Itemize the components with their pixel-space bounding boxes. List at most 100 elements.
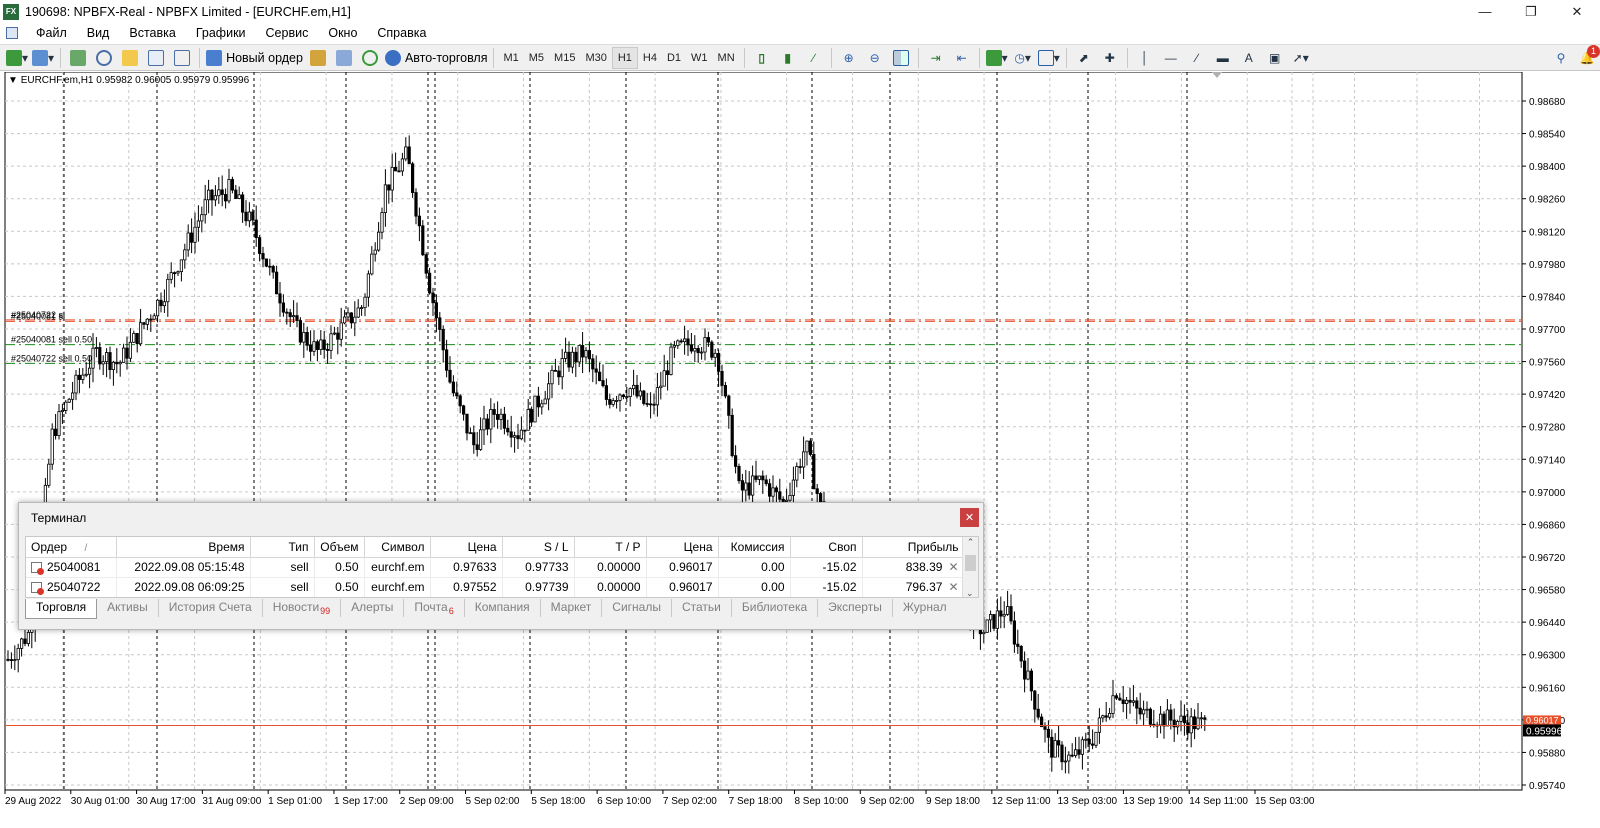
timeframe-d1[interactable]: D1 <box>662 47 686 69</box>
timeframe-mn[interactable]: MN <box>713 47 740 69</box>
menu-view[interactable]: Вид <box>77 23 120 43</box>
tab-experts[interactable]: Эксперты <box>818 599 893 617</box>
terminal-close-button[interactable]: ✕ <box>960 508 979 527</box>
timeframe-m15[interactable]: M15 <box>549 47 580 69</box>
tab-account-history[interactable]: История Счета <box>159 599 263 617</box>
menu-tools[interactable]: Сервис <box>256 23 319 43</box>
order-row[interactable]: 25040081 2022.09.08 05:15:48 sell 0.50 e… <box>26 557 965 578</box>
zoom-out-button[interactable]: ⊖ <box>864 47 886 69</box>
timeframe-h1[interactable]: H1 <box>611 46 638 69</box>
signals-button[interactable] <box>359 47 381 69</box>
col-time[interactable]: Время <box>116 537 251 558</box>
data-window-button[interactable] <box>93 47 115 69</box>
bar-chart-button[interactable]: ▯ <box>751 47 773 69</box>
order-sl[interactable]: 0.97739 <box>502 577 575 597</box>
tile-windows-button[interactable] <box>890 47 912 69</box>
templates-button[interactable]: ▾ <box>1037 47 1060 69</box>
chart-shift-button[interactable]: ⇤ <box>951 47 973 69</box>
col-current-price[interactable]: Цена <box>646 537 719 558</box>
col-commission[interactable]: Комиссия <box>718 537 791 558</box>
tab-signals[interactable]: Сигналы <box>602 599 672 617</box>
maximize-button[interactable]: ❐ <box>1508 0 1554 23</box>
tab-market[interactable]: Маркет <box>541 599 603 617</box>
candlestick-chart-button[interactable]: ▮ <box>777 47 799 69</box>
terminal-button[interactable] <box>145 47 167 69</box>
minimize-button[interactable]: — <box>1462 0 1508 23</box>
order-row[interactable]: 25040722 2022.09.08 06:09:25 sell 0.50 e… <box>26 577 965 597</box>
candle-body <box>291 315 296 318</box>
menu-file[interactable]: Файл <box>26 23 77 43</box>
tab-mailbox[interactable]: Почта6 <box>404 599 465 617</box>
tab-alerts[interactable]: Алерты <box>341 599 405 617</box>
close-order-icon[interactable]: ✕ <box>948 580 958 594</box>
tab-trade[interactable]: Торговля <box>25 599 98 619</box>
timeframe-m5[interactable]: M5 <box>524 47 549 69</box>
tab-code-base[interactable]: Библиотека <box>732 599 819 617</box>
periods-button[interactable]: ◷ ▾ <box>1012 47 1034 69</box>
menu-help[interactable]: Справка <box>367 23 436 43</box>
indicators-button[interactable]: ▾ <box>985 47 1008 69</box>
zoom-in-button[interactable]: ⊕ <box>838 47 860 69</box>
tab-exposure[interactable]: Активы <box>97 599 159 617</box>
col-sl[interactable]: S / L <box>502 537 575 558</box>
col-profit[interactable]: Прибыль <box>862 537 965 558</box>
navigator-button[interactable] <box>119 47 141 69</box>
vps-button[interactable] <box>333 47 355 69</box>
autotrading-button[interactable]: Авто-торговля <box>384 47 487 69</box>
order-tp[interactable]: 0.00000 <box>574 557 647 578</box>
close-order-icon[interactable]: ✕ <box>948 560 958 574</box>
timeframe-m30[interactable]: M30 <box>580 47 611 69</box>
price-chart[interactable]: 0.98680 0.98540 0.98400 0.98260 0.98120 0.979… <box>0 72 1600 828</box>
crosshair-button[interactable]: ✚ <box>1099 47 1121 69</box>
col-symbol[interactable]: Символ <box>364 537 431 558</box>
search-button[interactable]: ⚲ <box>1550 47 1572 69</box>
order-sl[interactable]: 0.97733 <box>502 557 575 578</box>
menu-charts[interactable]: Графики <box>186 23 256 43</box>
timeframe-w1[interactable]: W1 <box>686 47 713 69</box>
new-order-button[interactable]: Новый ордер <box>206 47 303 69</box>
time-label: 7 Sep 02:00 <box>663 796 717 807</box>
candle-body <box>499 413 503 420</box>
market-watch-button[interactable] <box>67 47 89 69</box>
trendline-button[interactable]: ∕ <box>1186 47 1208 69</box>
notifications-button[interactable]: 🔔 1 <box>1576 44 1600 69</box>
cursor-button[interactable]: ⬈ <box>1073 47 1095 69</box>
auto-scroll-button[interactable]: ⇥ <box>925 47 947 69</box>
order-tp[interactable]: 0.00000 <box>574 577 647 597</box>
menu-insert[interactable]: Вставка <box>119 23 185 43</box>
orders-scrollbar[interactable]: ⌃ ⌄ <box>962 537 978 597</box>
price-label: 0.96720 <box>1529 553 1566 564</box>
tab-articles[interactable]: Статьи <box>672 599 732 617</box>
text-label-button[interactable]: ▣ <box>1264 47 1286 69</box>
col-swap[interactable]: Своп <box>790 537 863 558</box>
timeframe-h4[interactable]: H4 <box>638 47 662 69</box>
menu-window[interactable]: Окно <box>318 23 367 43</box>
strategy-tester-button[interactable] <box>171 47 193 69</box>
col-type[interactable]: Тип <box>250 537 315 558</box>
arrows-button[interactable]: ➚ ▾ <box>1290 47 1312 69</box>
chart-window[interactable]: 0.98680 0.98540 0.98400 0.98260 0.98120 0.979… <box>0 72 1600 828</box>
scroll-up-icon[interactable]: ⌃ <box>967 537 975 547</box>
col-volume[interactable]: Объем <box>314 537 365 558</box>
profiles-button[interactable]: ▾ <box>32 47 54 69</box>
tab-journal[interactable]: Журнал <box>893 599 957 617</box>
text-button[interactable]: A <box>1238 47 1260 69</box>
col-tp[interactable]: T / P <box>574 537 647 558</box>
tab-news[interactable]: Новости99 <box>263 599 342 617</box>
col-order[interactable]: Ордер / <box>26 537 117 558</box>
document-icon[interactable] <box>6 27 18 39</box>
scroll-down-icon[interactable]: ⌄ <box>966 588 974 597</box>
metaeditor-button[interactable] <box>307 47 329 69</box>
new-chart-button[interactable]: ▾ <box>6 47 28 69</box>
vertical-line-button[interactable]: │ <box>1134 47 1156 69</box>
equidistant-channel-button[interactable]: ▬ <box>1212 47 1234 69</box>
col-price[interactable]: Цена <box>430 537 503 558</box>
timeframe-m1[interactable]: M1 <box>498 47 523 69</box>
horizontal-line-button[interactable]: — <box>1160 47 1182 69</box>
tab-company[interactable]: Компания <box>465 599 541 617</box>
candle-body <box>288 312 292 318</box>
scroll-thumb[interactable] <box>965 555 976 571</box>
candle-body <box>564 351 568 359</box>
close-window-button[interactable]: ✕ <box>1554 0 1600 23</box>
line-chart-button[interactable]: ∕ <box>803 47 825 69</box>
